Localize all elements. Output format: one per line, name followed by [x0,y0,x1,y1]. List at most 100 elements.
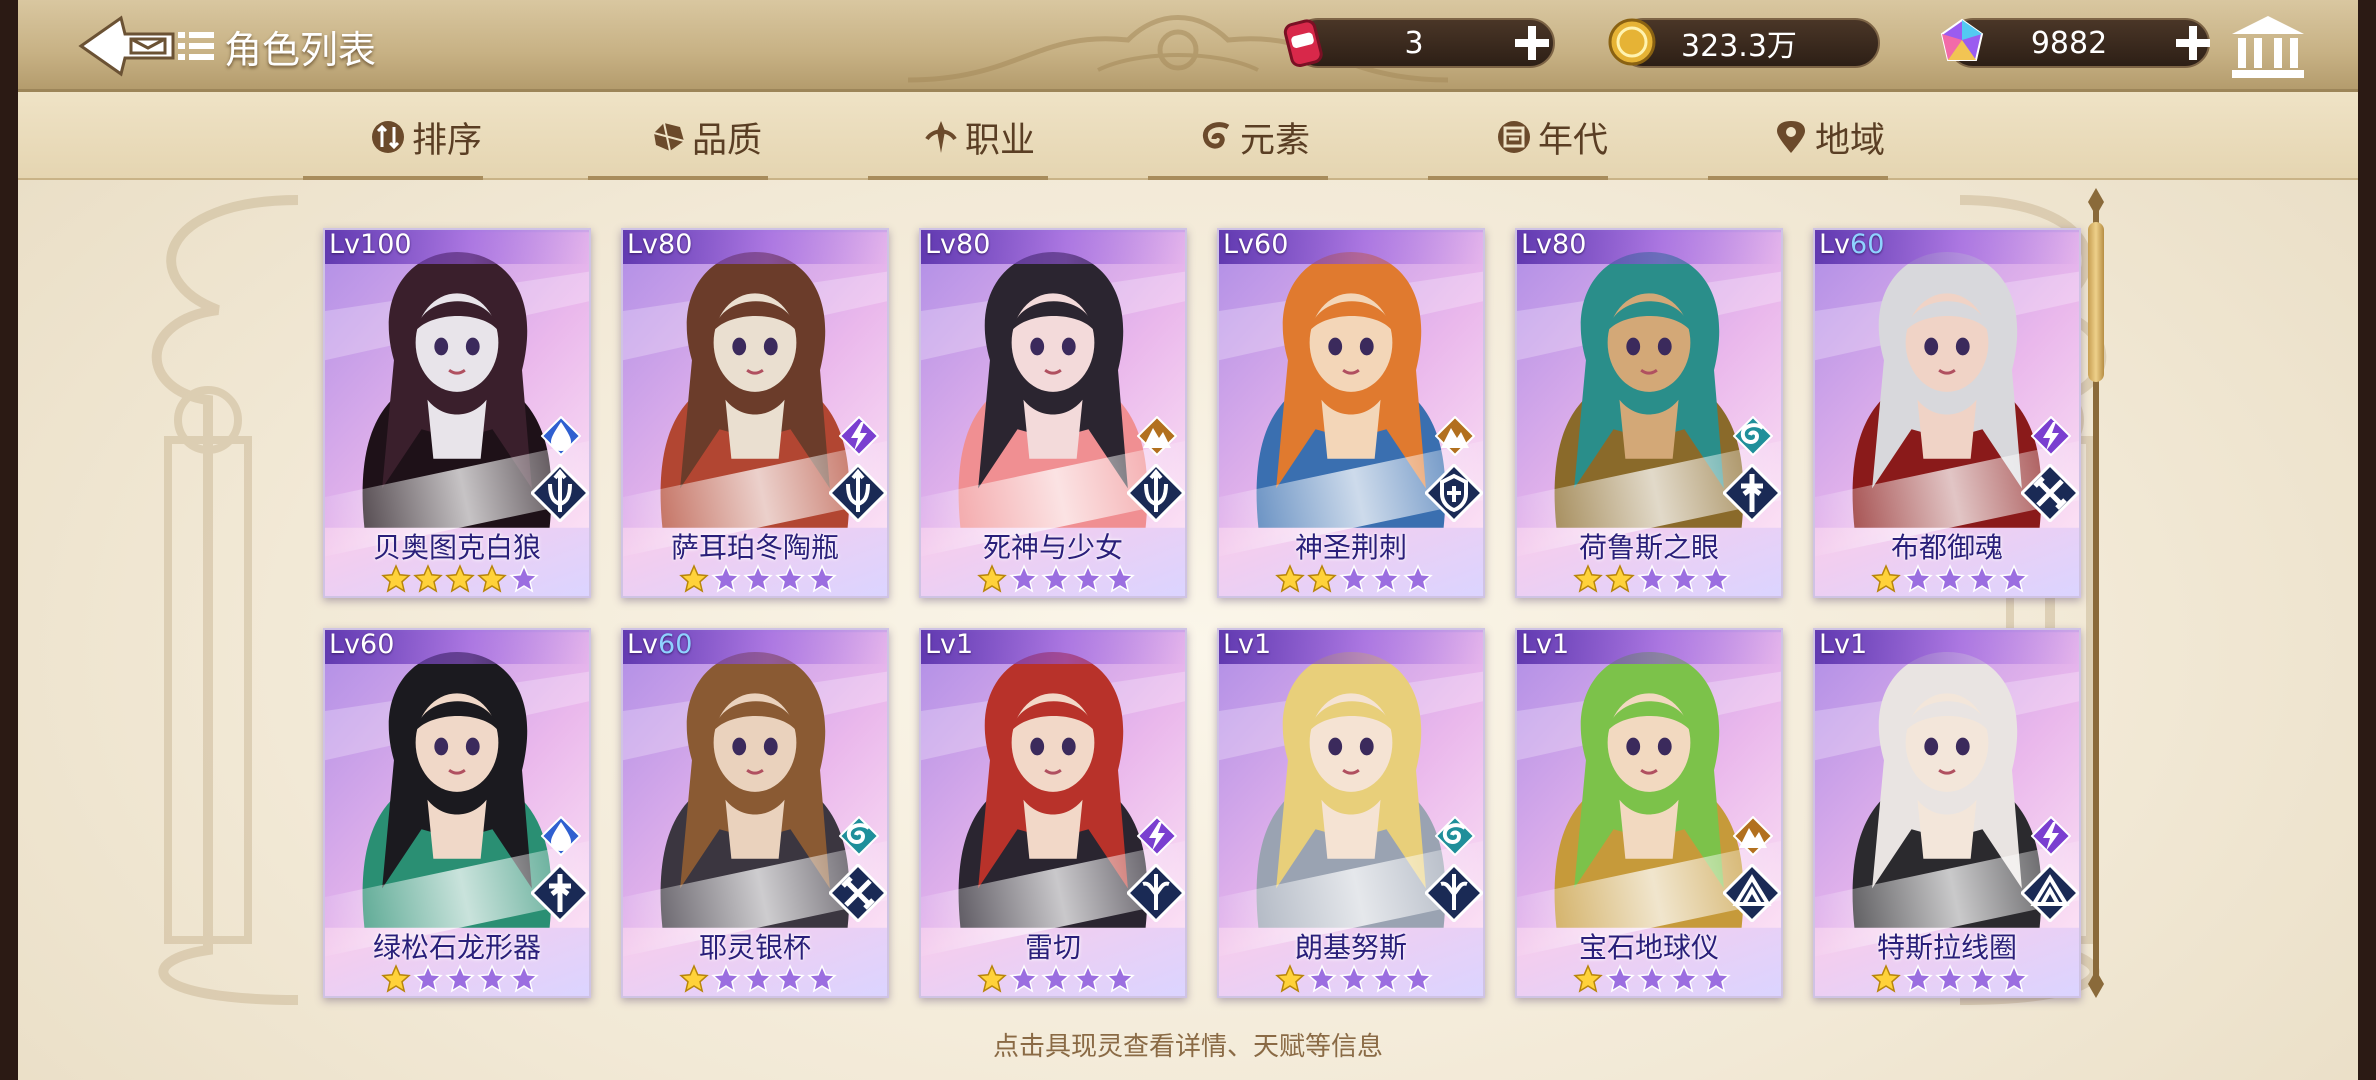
add-stamina-button[interactable] [1511,22,1553,64]
level-prefix: Lv [1223,229,1255,260]
add-gem-button[interactable] [2172,22,2214,64]
level-value: 80 [956,229,991,260]
star-filled-icon [1307,564,1337,593]
star-filled-icon [977,964,1007,993]
star-rating [381,564,539,594]
class-warrior-icon [2021,464,2079,522]
star-filled-icon [413,564,443,593]
character-card[interactable]: Lv100 贝奥图克白狼 [323,228,591,598]
tab-era[interactable]: 年代 [1496,112,1608,162]
character-card[interactable]: Lv1 特斯拉线圈 [1813,628,2081,998]
element-thunder-icon [2031,816,2071,856]
element-thunder-icon [1137,816,1177,856]
character-name: 耶灵银杯 [698,931,811,964]
character-card[interactable]: Lv80 死神与少女 [919,228,1187,598]
level-value: 1 [1552,629,1570,660]
star-filled-icon [1871,964,1901,993]
star-filled-icon [1573,564,1603,593]
character-card[interactable]: Lv1 朗基努斯 [1217,628,1485,998]
star-filled-icon [1573,964,1603,993]
level-label: Lv100 [329,229,412,260]
level-prefix: Lv [1223,629,1255,660]
class-mage-icon [2021,864,2079,922]
tab-divider [1708,176,1888,180]
level-prefix: Lv [1521,229,1553,260]
level-label: Lv60 [627,629,693,660]
star-empty-icon [807,964,837,993]
page-title: 角色列表 [224,27,377,72]
character-card[interactable]: Lv60 布都御魂 [1813,228,2081,598]
star-empty-icon [1339,564,1369,593]
tab-element-label: 元素 [1240,120,1311,161]
star-empty-icon [1935,564,1965,593]
star-empty-icon [1637,964,1667,993]
star-empty-icon [775,964,805,993]
bank-icon[interactable] [2228,12,2308,80]
gem-quality-icon [653,122,685,152]
star-empty-icon [1009,564,1039,593]
character-card[interactable]: Lv60 绿松石龙形器 [323,628,591,998]
star-rating [1275,564,1433,594]
star-filled-icon [381,564,411,593]
character-name: 贝奥图克白狼 [372,531,541,564]
tab-divider [588,176,768,180]
character-card[interactable]: Lv60 耶灵银杯 [621,628,889,998]
era-icon [1498,121,1530,153]
character-name: 绿松石龙形器 [372,931,541,964]
character-card[interactable]: Lv1 雷切 [919,628,1187,998]
character-card[interactable]: Lv80 萨耳珀冬陶瓶 [621,228,889,598]
level-value: 60 [658,629,693,660]
level-label: Lv1 [1223,629,1271,660]
level-label: Lv1 [1819,630,1867,660]
tab-element[interactable]: 元素 [1198,112,1310,162]
level-label: Lv1 [925,630,973,660]
tab-region[interactable]: 地域 [1773,112,1885,162]
tab-quality[interactable]: 品质 [650,112,762,162]
level-value: 60 [360,629,395,660]
character-card[interactable]: Lv80 荷鲁斯之眼 [1515,228,1783,598]
star-filled-icon [977,564,1007,593]
star-filled-icon [1275,964,1305,993]
star-rating [1573,964,1731,994]
star-empty-icon [711,964,741,993]
element-thunder-icon [2031,416,2071,456]
star-empty-icon [1967,964,1997,993]
star-empty-icon [711,564,741,593]
star-rating [679,964,837,994]
star-empty-icon [1073,564,1103,593]
tab-sort[interactable]: 排序 [370,112,482,162]
star-empty-icon [509,564,539,593]
hint-text: 点击具现灵查看详情、天赋等信息 [992,1032,1383,1062]
character-name: 萨耳珀冬陶瓶 [670,531,839,564]
level-value: 100 [360,229,412,260]
tab-region-label: 地域 [1815,120,1886,161]
character-name: 雷切 [1024,931,1081,964]
character-name: 荷鲁斯之眼 [1578,531,1719,564]
star-empty-icon [1371,964,1401,993]
scrollbar-thumb[interactable] [2088,222,2104,382]
star-empty-icon [1701,964,1731,993]
character-card[interactable]: Lv1 宝石地球仪 [1515,628,1783,998]
tab-divider [1148,176,1328,180]
element-wind-icon [1435,816,1475,856]
level-prefix: Lv [329,629,361,660]
star-empty-icon [1903,564,1933,593]
character-card[interactable]: Lv60 神圣荆刺 [1217,228,1485,598]
star-empty-icon [1009,964,1039,993]
class-warrior-icon [829,864,887,922]
star-rating [679,564,837,594]
tab-class-label: 职业 [965,120,1036,161]
star-filled-icon [679,964,709,993]
element-wind-icon [1733,416,1773,456]
star-empty-icon [1903,964,1933,993]
back-arrow-icon[interactable] [73,12,183,80]
star-empty-icon [743,564,773,593]
class-assassin-icon [1127,864,1185,922]
class-assassin-icon [1425,864,1483,922]
star-rating [977,964,1135,994]
level-label: Lv60 [1819,230,1884,260]
star-empty-icon [1403,964,1433,993]
tab-class[interactable]: 职业 [923,112,1035,162]
element-icon [1202,122,1230,149]
game-screen: 角色列表 3 323.3万 9882 排序 品质 职业 元素 年代 地域 Lv1… [18,0,2358,1080]
